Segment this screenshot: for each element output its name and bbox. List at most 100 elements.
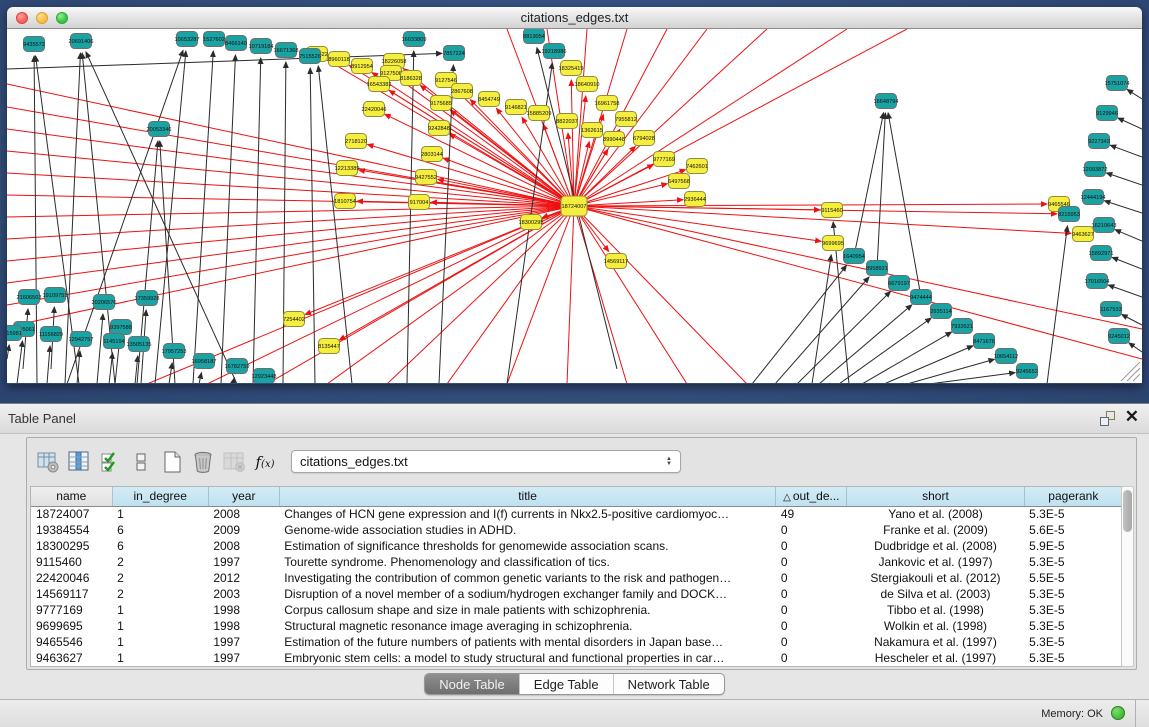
network-node[interactable]: 6497568 <box>668 174 690 189</box>
network-node[interactable]: 15751074 <box>1105 76 1130 91</box>
table-cell[interactable]: Corpus callosum shape and size in male p… <box>279 602 776 618</box>
table-cell[interactable]: 2008 <box>208 538 279 554</box>
table-cell[interactable]: Tibbo et al. (1998) <box>847 602 1024 618</box>
table-cell[interactable]: 2 <box>112 570 208 586</box>
network-node[interactable]: 9242848 <box>428 121 450 136</box>
network-node[interactable]: 9245652 <box>1016 364 1038 379</box>
network-node[interactable]: 1167533 <box>1100 302 1121 317</box>
network-node[interactable]: 20691406 <box>69 34 94 49</box>
network-node[interactable]: 7254402 <box>283 312 305 327</box>
table-cell[interactable]: Estimation of the future numbers of pati… <box>279 634 776 650</box>
network-graph[interactable]: 1872400789601188912954182260589127508818… <box>7 29 1142 383</box>
table-cell[interactable]: Wolkin et al. (1998) <box>847 618 1024 634</box>
network-node[interactable]: 8186328 <box>400 71 422 86</box>
table-cell[interactable]: 1 <box>112 650 208 666</box>
table-cell[interactable]: Genome-wide association studies in ADHD. <box>279 522 776 538</box>
table-cell[interactable]: 1997 <box>208 650 279 666</box>
table-cell[interactable]: Estimation of significance thresholds fo… <box>279 538 776 554</box>
row-options-button[interactable] <box>126 447 156 477</box>
network-node[interactable]: 18724007 <box>561 196 587 216</box>
table-cell[interactable]: Stergiakouli et al. (2012) <box>847 570 1024 586</box>
network-node[interactable]: 9227343 <box>1088 134 1110 149</box>
table-cell[interactable]: 49 <box>776 506 847 522</box>
table-cell[interactable]: 5.3E-5 <box>1024 602 1122 618</box>
table-cell[interactable]: 1998 <box>208 602 279 618</box>
column-header-pagerank[interactable]: pagerank <box>1024 487 1122 506</box>
table-cell[interactable]: 5.5E-5 <box>1024 570 1122 586</box>
network-node[interactable]: 8813054 <box>523 29 545 44</box>
table-cell[interactable]: Hescheler et al. (1997) <box>847 650 1024 666</box>
network-node[interactable]: 19109751 <box>43 288 68 303</box>
network-node[interactable]: 16033809 <box>402 32 427 47</box>
delete-column-button[interactable] <box>188 447 218 477</box>
network-node[interactable]: 8215953 <box>1058 207 1080 222</box>
network-node[interactable]: 9397588 <box>110 320 132 335</box>
network-node[interactable]: 16648794 <box>874 94 899 109</box>
network-node[interactable]: 19218986 <box>542 44 567 59</box>
network-node[interactable]: 2803144 <box>421 147 443 162</box>
network-node[interactable]: 2718120 <box>345 134 367 149</box>
table-cell[interactable]: 0 <box>776 570 847 586</box>
network-node[interactable]: 9115460 <box>821 203 842 218</box>
network-node[interactable]: 1362615 <box>581 123 603 138</box>
table-row[interactable]: 911546021997Tourette syndrome. Phenomeno… <box>31 554 1123 570</box>
network-node[interactable]: 7932621 <box>951 319 973 334</box>
network-node[interactable]: 1527602 <box>203 32 225 47</box>
network-node[interactable]: 16543382 <box>367 77 392 92</box>
network-node[interactable]: 8990448 <box>603 132 625 147</box>
network-node[interactable]: 7955812 <box>615 112 637 127</box>
table-cell[interactable]: 18300295 <box>31 538 112 554</box>
network-node[interactable]: 9427552 <box>415 170 437 185</box>
table-cell[interactable]: Disruption of a novel member of a sodium… <box>279 586 776 602</box>
network-node[interactable]: 9699695 <box>822 236 844 251</box>
table-cell[interactable]: 0 <box>776 522 847 538</box>
network-node[interactable]: 20053346 <box>147 122 172 137</box>
network-node[interactable]: 9474444 <box>910 290 932 305</box>
network-node[interactable]: 7515526 <box>299 49 321 64</box>
function-builder-button[interactable]: f(x) <box>250 447 280 477</box>
tab-edge-table[interactable]: Edge Table <box>519 674 613 694</box>
close-window-button[interactable] <box>16 12 28 24</box>
zoom-window-button[interactable] <box>56 12 68 24</box>
table-cell[interactable]: Changes of HCN gene expression and I(f) … <box>279 506 776 522</box>
table-cell[interactable]: 6 <box>112 538 208 554</box>
table-cell[interactable]: 5.9E-5 <box>1024 538 1122 554</box>
table-cell[interactable]: Nakamura et al. (1997) <box>847 634 1024 650</box>
network-node[interactable]: 10654112 <box>994 349 1018 364</box>
table-cell[interactable]: 1 <box>112 602 208 618</box>
table-cell[interactable]: 1998 <box>208 618 279 634</box>
table-row[interactable]: 1872400712008Changes of HCN gene express… <box>31 506 1123 522</box>
node-table[interactable]: namein_degreeyeartitle△out_de...shortpag… <box>30 486 1123 667</box>
network-node[interactable]: 6679197 <box>888 276 910 291</box>
table-cell[interactable]: 14569117 <box>31 586 112 602</box>
network-node[interactable]: 22420046 <box>362 102 387 117</box>
table-mode-button[interactable] <box>33 447 63 477</box>
network-node[interactable]: 9175685 <box>430 96 452 111</box>
table-cell[interactable]: 2 <box>112 554 208 570</box>
network-node[interactable]: 8958921 <box>866 261 888 276</box>
table-row[interactable]: 2242004622012Investigating the contribut… <box>31 570 1123 586</box>
table-cell[interactable]: 5.3E-5 <box>1024 586 1122 602</box>
network-node[interactable]: 16210643 <box>1092 218 1117 233</box>
table-cell[interactable]: de Silva et al. (2003) <box>847 586 1024 602</box>
select-columns-button[interactable] <box>64 447 94 477</box>
network-node[interactable]: 21606503 <box>17 290 42 305</box>
network-node[interactable]: 9435572 <box>23 37 45 52</box>
table-cell[interactable]: 5.6E-5 <box>1024 522 1122 538</box>
table-cell[interactable]: 9699695 <box>31 618 112 634</box>
network-node[interactable]: 9777169 <box>653 152 675 167</box>
table-cell[interactable]: 0 <box>776 586 847 602</box>
column-header-out_de[interactable]: △out_de... <box>776 487 847 506</box>
table-cell[interactable]: Jankovic et al. (1997) <box>847 554 1024 570</box>
table-cell[interactable]: 5.3E-5 <box>1024 650 1122 666</box>
network-node[interactable]: 6794028 <box>633 131 655 146</box>
table-row[interactable]: 969969511998Structural magnetic resonanc… <box>31 618 1123 634</box>
table-cell[interactable]: Embryonic stem cells: a model to study s… <box>279 650 776 666</box>
table-cell[interactable]: 0 <box>776 554 847 570</box>
network-node[interactable]: 8822037 <box>556 114 578 129</box>
network-node[interactable]: 10653287 <box>175 32 200 47</box>
network-node[interactable]: 16958187 <box>192 354 217 369</box>
network-node[interactable]: 10719184 <box>249 39 274 54</box>
table-cell[interactable]: Investigating the contribution of common… <box>279 570 776 586</box>
network-node[interactable]: 1145194 <box>103 334 124 349</box>
